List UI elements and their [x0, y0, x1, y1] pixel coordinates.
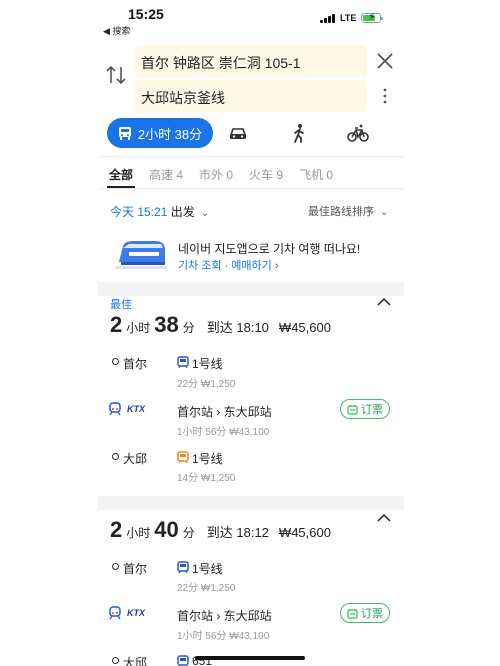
- route-fare: ₩45,600: [278, 525, 331, 540]
- step-meta: 1小时 56分 ₩43,100: [177, 427, 270, 438]
- stop-name: 首尔: [123, 357, 148, 371]
- close-icon[interactable]: [376, 52, 394, 70]
- divider: [98, 156, 404, 157]
- stop-marker: [112, 563, 119, 570]
- sort-selector[interactable]: 最佳路线排序 ⌄: [308, 203, 388, 219]
- duration-hours-unit: 小时: [126, 526, 151, 540]
- filter-tab-all[interactable]: 全部: [109, 166, 133, 183]
- filter-tab-train[interactable]: 火车 9: [249, 166, 283, 183]
- arrival-time: 到达 18:12: [206, 525, 269, 540]
- filter-tab-flight[interactable]: 飞机 0: [299, 166, 333, 183]
- stop-name: 大邱: [123, 452, 148, 466]
- transit-duration: 2小时 38分: [137, 126, 203, 142]
- collapse-chevron-icon[interactable]: [377, 513, 391, 523]
- route-summary[interactable]: 2 小时 38 分 到达 18:10 ₩45,600: [110, 312, 331, 338]
- duration-hours-unit: 小时: [126, 321, 151, 335]
- line-name: 1号线: [192, 562, 223, 576]
- destination-field[interactable]: 大邱站京釜线: [135, 80, 367, 112]
- route-summary[interactable]: 2 小时 40 分 到达 18:12 ₩45,600: [110, 517, 331, 543]
- subway-icon: [177, 356, 189, 369]
- home-indicator: [195, 656, 305, 660]
- subway-icon: [177, 561, 189, 574]
- train-illustration-icon: [115, 241, 167, 269]
- ktx-logo: KTX: [127, 608, 145, 618]
- bus-icon: [118, 126, 131, 140]
- signal-icon: [320, 13, 335, 23]
- collapse-chevron-icon[interactable]: [377, 297, 391, 307]
- filter-tab-express[interactable]: 高速 4: [149, 166, 183, 183]
- network-label: LTE: [340, 13, 357, 23]
- promo-link[interactable]: 기차 조회 · 예매하기 ›: [178, 257, 279, 273]
- duration-minutes: 38: [154, 312, 179, 337]
- more-options-icon[interactable]: [381, 88, 389, 104]
- divider: [98, 188, 404, 189]
- car-icon[interactable]: [227, 122, 249, 144]
- arrival-time: 到达 18:10: [206, 320, 269, 335]
- back-to-search-link[interactable]: ◀ 搜索: [103, 24, 130, 37]
- walk-icon[interactable]: [288, 122, 310, 144]
- bus-icon: [177, 655, 189, 666]
- transit-mode-tab[interactable]: 2小时 38分: [107, 118, 213, 148]
- stop-name: 首尔: [123, 562, 148, 576]
- ticket-icon: [347, 608, 358, 619]
- status-time: 15:25: [128, 6, 164, 22]
- promo-title: 네이버 지도앱으로 기차 여행 떠나요!: [178, 242, 361, 256]
- train-icon: [109, 402, 121, 416]
- step-meta: 14分 ₩1,250: [177, 473, 236, 484]
- status-indicators: LTE ⚡: [320, 12, 384, 23]
- swap-direction-icon[interactable]: [104, 64, 128, 86]
- filter-tab-intercity[interactable]: 市外 0: [199, 166, 233, 183]
- line-name: 1号线: [192, 452, 223, 466]
- duration-hours: 2: [110, 312, 123, 337]
- train-segment: 首尔站 › 东大邱站: [177, 405, 272, 419]
- ticket-icon: [347, 404, 358, 415]
- book-ticket-label: 订票: [361, 404, 383, 416]
- ktx-logo: KTX: [127, 404, 145, 414]
- origin-field[interactable]: 首尔 钟路区 崇仁洞 105-1: [135, 45, 367, 77]
- book-ticket-label: 订票: [361, 608, 383, 620]
- best-route-badge: 最佳: [110, 299, 132, 311]
- duration-minutes-unit: 分: [182, 526, 195, 540]
- duration-minutes: 40: [154, 517, 179, 542]
- train-icon: [109, 606, 121, 620]
- step-meta: 22分 ₩1,250: [177, 379, 236, 390]
- stop-name: 大邱: [123, 656, 148, 666]
- sort-label: 最佳路线排序: [308, 206, 374, 218]
- departure-suffix: 出发: [170, 205, 195, 219]
- section-divider: [98, 282, 404, 296]
- departure-time: 今天 15:21: [110, 205, 168, 219]
- step-meta: 22分 ₩1,250: [177, 583, 236, 594]
- section-divider: [98, 496, 404, 510]
- departure-time-selector[interactable]: 今天 15:21 出发 ⌄: [110, 203, 209, 220]
- subway-icon: [177, 451, 189, 464]
- book-ticket-button[interactable]: 订票: [340, 603, 390, 623]
- stop-marker: [112, 657, 119, 664]
- book-ticket-button[interactable]: 订票: [340, 399, 390, 419]
- stop-marker: [112, 358, 119, 365]
- battery-icon: ⚡: [361, 12, 384, 23]
- train-segment: 首尔站 › 东大邱站: [177, 609, 272, 623]
- stop-marker: [112, 453, 119, 460]
- route-fare: ₩45,600: [278, 320, 331, 335]
- duration-hours: 2: [110, 517, 123, 542]
- chevron-down-icon: ⌄: [198, 208, 210, 219]
- chevron-down-icon: ⌄: [377, 207, 389, 218]
- line-name: 1号线: [192, 357, 223, 371]
- step-meta: 1小时 56分 ₩43,100: [177, 631, 270, 642]
- duration-minutes-unit: 分: [182, 321, 195, 335]
- bike-icon[interactable]: [347, 122, 369, 144]
